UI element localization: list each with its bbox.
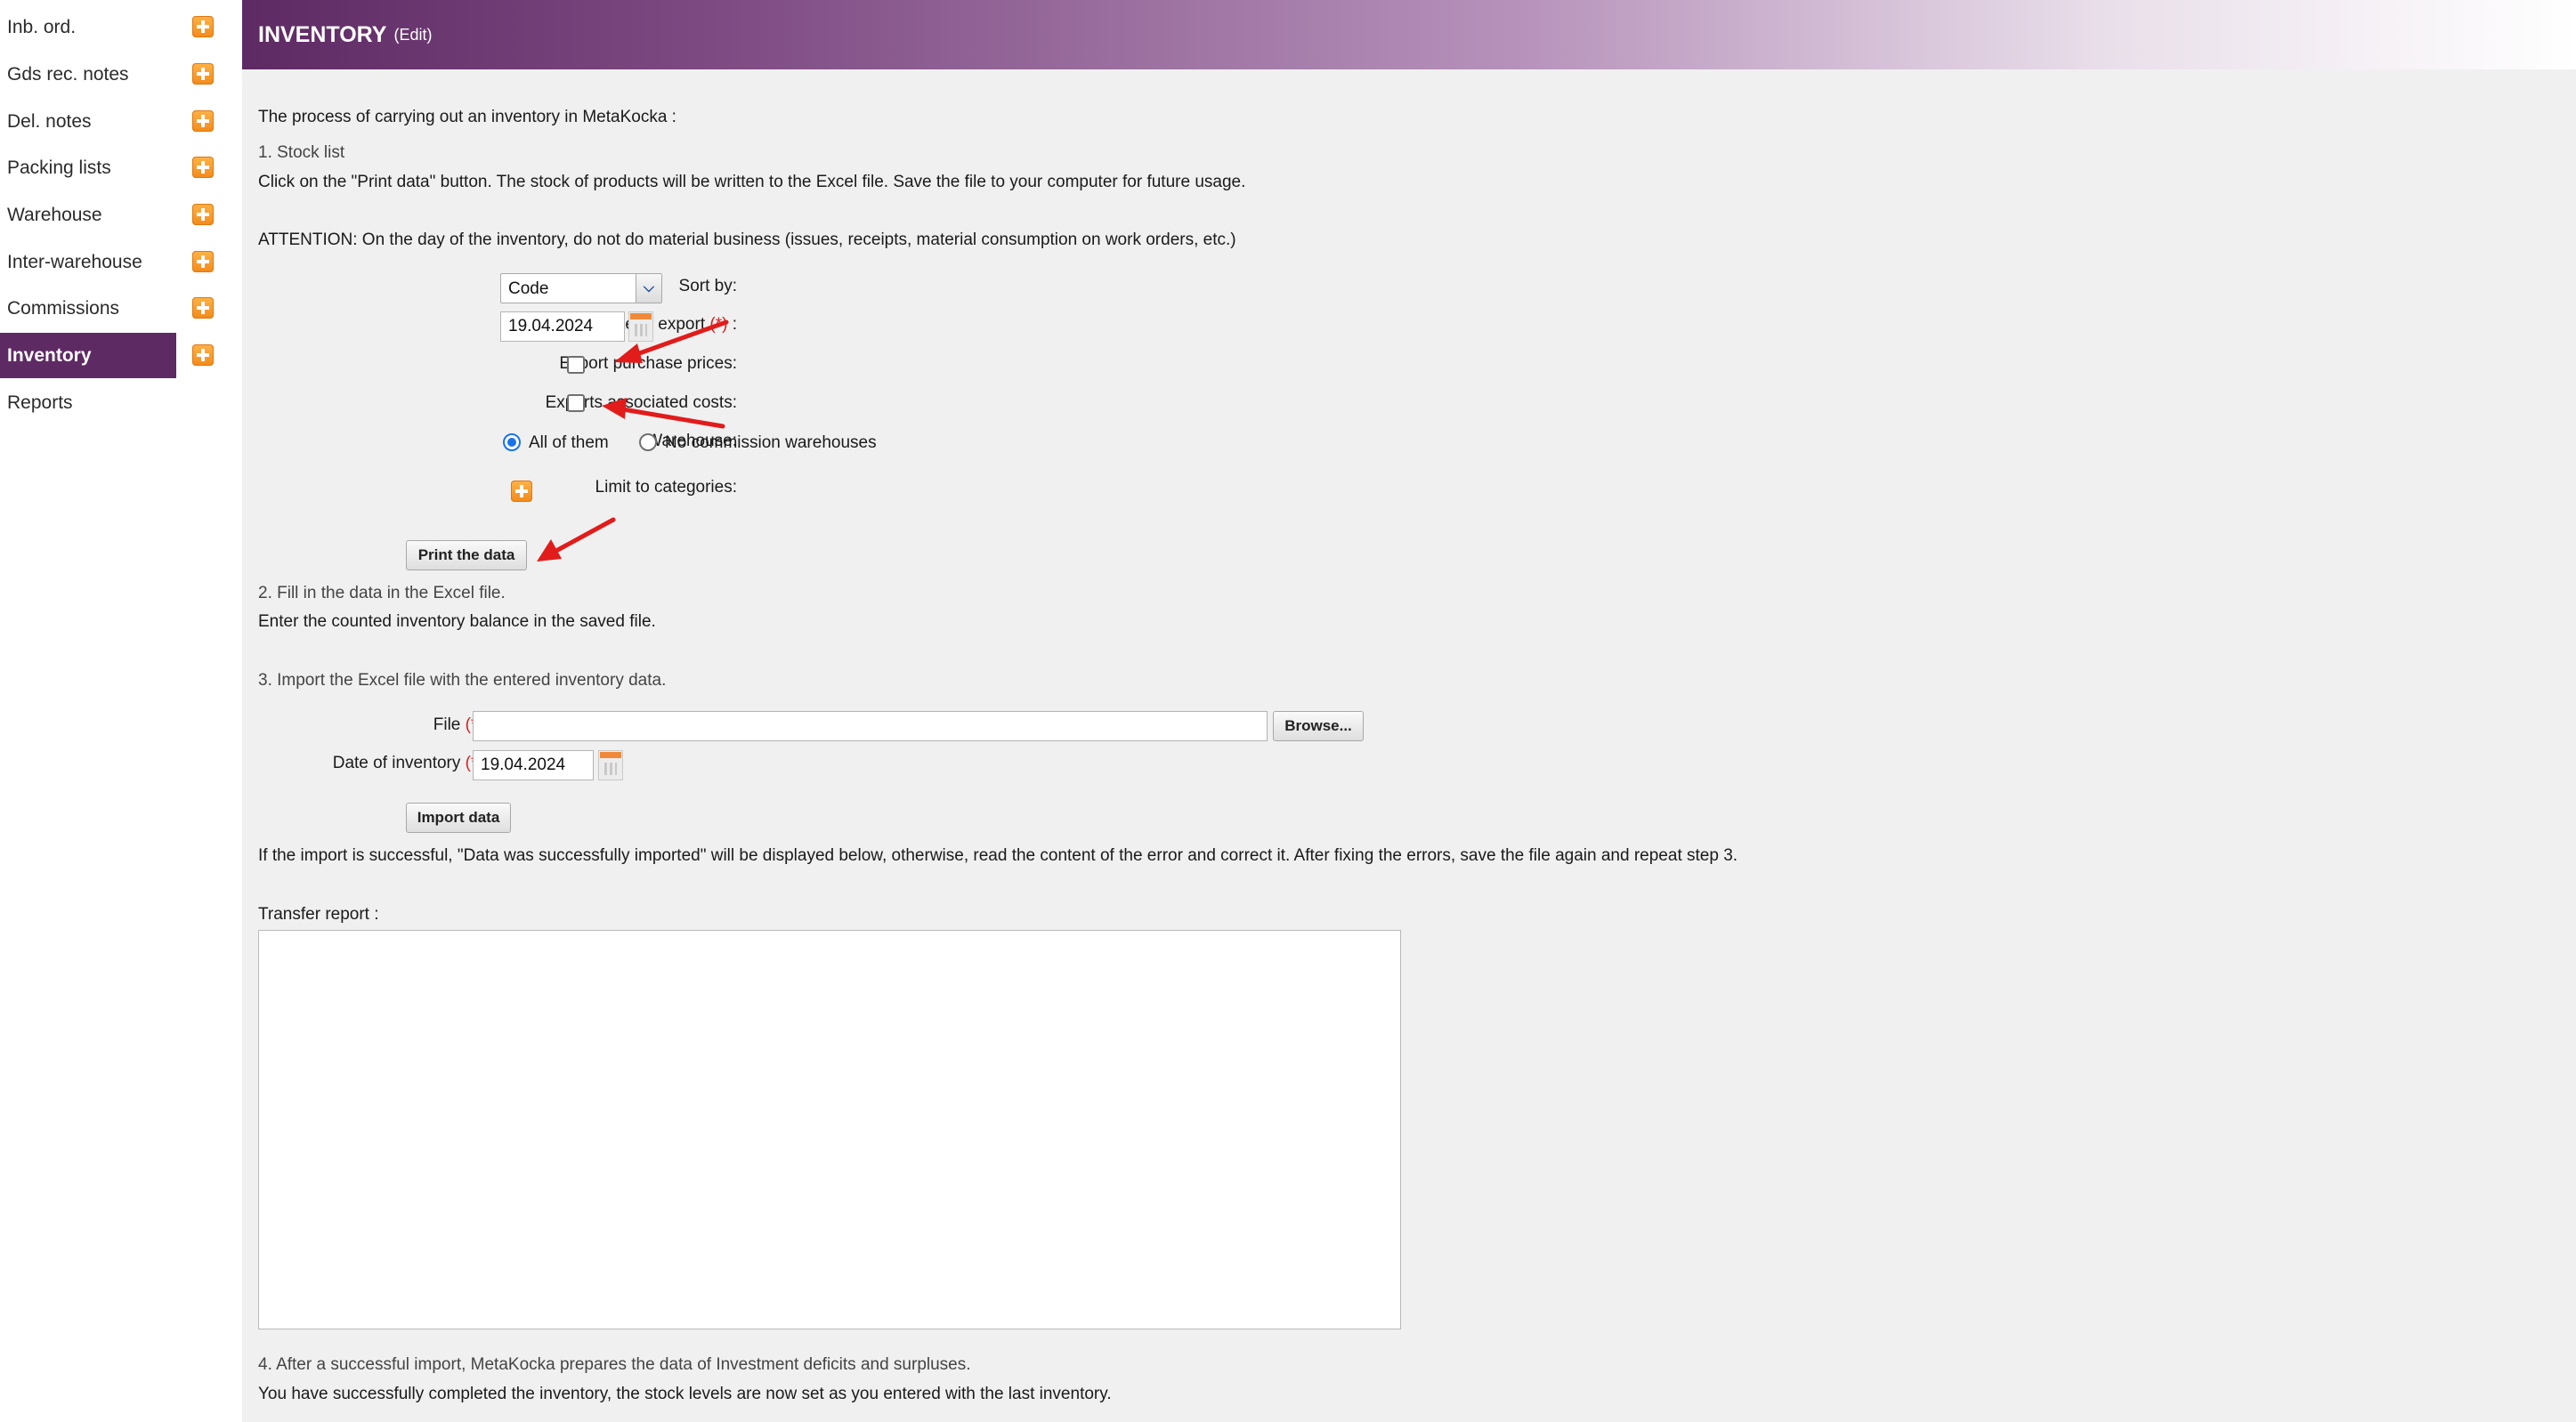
page-header: INVENTORY (Edit) [242, 0, 2576, 69]
sidebar-item-label: Warehouse [7, 204, 102, 225]
add-icon[interactable] [192, 344, 214, 366]
sidebar-item-gds-rec-notes[interactable]: Gds rec. notes [0, 52, 176, 97]
warehouse-radio-no-commission[interactable] [639, 433, 657, 451]
export-costs-checkbox[interactable] [567, 394, 585, 412]
sidebar-item-label: Reports [7, 392, 73, 413]
add-icon[interactable] [192, 251, 214, 272]
sidebar-item-commissions[interactable]: Commissions [0, 286, 176, 331]
warehouse-option-all-label: All of them [529, 433, 609, 452]
sidebar-item-inventory[interactable]: Inventory [0, 333, 176, 378]
warehouse-option-no-commission-label: No commission warehouses [665, 433, 877, 452]
sidebar-item-inb-ord[interactable]: Inb. ord. [0, 4, 176, 50]
limit-categories-label: Limit to categories: [595, 478, 737, 497]
file-label-text: File [433, 715, 461, 734]
sidebar-item-packing-lists[interactable]: Packing lists [0, 145, 176, 190]
sidebar-item-label: Inb. ord. [7, 16, 77, 37]
print-data-button[interactable]: Print the data [406, 540, 527, 570]
sidebar-item-label: Del. notes [7, 110, 92, 132]
sidebar-item-inter-warehouse[interactable]: Inter-warehouse [0, 239, 176, 285]
add-icon[interactable] [192, 204, 214, 225]
transfer-report-textarea[interactable] [258, 930, 1401, 1329]
add-icon[interactable] [192, 157, 214, 178]
sort-by-label: Sort by: [678, 277, 737, 295]
sidebar-item-label: Packing lists [7, 157, 111, 178]
required-marker: (*) [709, 315, 728, 334]
intro-text: The process of carrying out an inventory… [258, 108, 676, 126]
chevron-down-icon[interactable]: ⌵ [636, 274, 661, 303]
step4-title: 4. After a successful import, MetaKocka … [258, 1355, 971, 1374]
transfer-report-label: Transfer report : [258, 905, 379, 924]
sidebar-item-label: Inventory [7, 344, 92, 366]
import-data-button[interactable]: Import data [406, 803, 511, 833]
sidebar-item-reports[interactable]: Reports [0, 380, 176, 425]
date-export-input[interactable]: 19.04.2024 [500, 311, 625, 342]
label-colon: : [727, 315, 737, 334]
step2-text: Enter the counted inventory balance in t… [258, 612, 656, 631]
browse-button[interactable]: Browse... [1273, 711, 1364, 741]
step1-title: 1. Stock list [258, 143, 345, 162]
sort-by-select[interactable]: Code ⌵ [500, 273, 662, 303]
calendar-icon[interactable] [598, 750, 623, 780]
file-input[interactable] [473, 711, 1268, 741]
sidebar-item-label: Inter-warehouse [7, 251, 142, 272]
main-content: INVENTORY (Edit) The process of carrying… [242, 0, 2576, 1422]
attention-text: ATTENTION: On the day of the inventory, … [258, 230, 1236, 249]
sidebar-item-label: Commissions [7, 297, 120, 319]
import-note: If the import is successful, "Data was s… [258, 846, 1738, 865]
export-purchase-label: Export purchase prices: [559, 354, 737, 373]
date-inventory-label: Date of inventory (*): [333, 754, 488, 773]
step3-title: 3. Import the Excel file with the entere… [258, 671, 667, 690]
export-purchase-checkbox[interactable] [567, 356, 585, 374]
add-category-icon[interactable] [511, 481, 532, 502]
sidebar-item-label: Gds rec. notes [7, 63, 129, 85]
sidebar: Inb. ord. Gds rec. notes Del. notes Pack… [0, 0, 242, 1422]
add-icon[interactable] [192, 63, 214, 85]
add-icon[interactable] [192, 297, 214, 319]
step2-title: 2. Fill in the data in the Excel file. [258, 584, 506, 602]
add-icon[interactable] [192, 110, 214, 132]
date-inventory-label-text: Date of inventory [332, 754, 461, 772]
sort-by-value: Code [508, 279, 549, 298]
step1-text: Click on the "Print data" button. The st… [258, 173, 1246, 191]
sidebar-item-warehouse[interactable]: Warehouse [0, 192, 176, 238]
date-inventory-input[interactable]: 19.04.2024 [473, 750, 594, 780]
warehouse-radio-all[interactable] [503, 433, 521, 451]
edit-link[interactable]: (Edit) [393, 26, 432, 44]
add-icon[interactable] [192, 16, 214, 37]
calendar-icon[interactable] [628, 311, 653, 342]
page-title: INVENTORY [258, 21, 387, 47]
step4-text: You have successfully completed the inve… [258, 1385, 1112, 1403]
sidebar-item-del-notes[interactable]: Del. notes [0, 99, 176, 144]
